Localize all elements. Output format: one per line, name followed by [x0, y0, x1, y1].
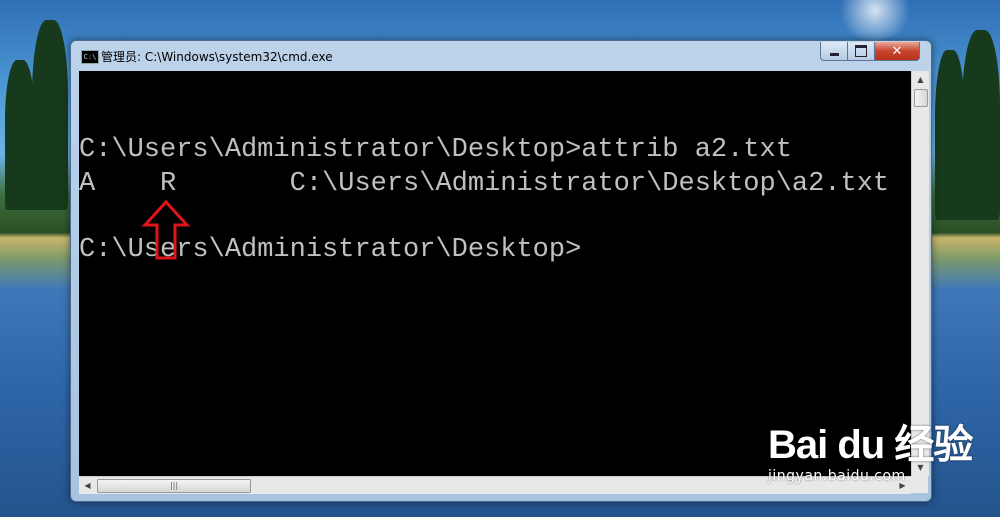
pine-tree — [962, 30, 1000, 220]
console-line: C:\Users\Administrator\Desktop>attrib a2… — [79, 135, 792, 165]
close-button[interactable]: ✕ — [874, 42, 920, 61]
pine-tree — [32, 20, 68, 210]
console-line: A R C:\Users\Administrator\Desktop\a2.tx… — [79, 169, 890, 199]
window-title: 管理员: C:\Windows\system32\cmd.exe — [101, 50, 333, 64]
horizontal-scroll-thumb[interactable]: ||| — [97, 479, 251, 493]
pine-tree — [5, 60, 35, 210]
cmd-app-icon[interactable]: C:\ — [81, 50, 99, 64]
scroll-left-arrow-icon[interactable]: ◀ — [79, 477, 96, 494]
close-icon: ✕ — [891, 43, 903, 59]
title-bar[interactable]: C:\ 管理员: C:\Windows\system32\cmd.exe ✕ — [71, 41, 931, 71]
vertical-scroll-thumb[interactable] — [914, 89, 928, 107]
baidu-watermark: Bai du 经验 jingyan.baidu.com — [768, 412, 973, 484]
minimize-icon — [829, 52, 839, 56]
watermark-logo: Bai du 经验 — [768, 423, 973, 467]
maximize-button[interactable] — [847, 42, 875, 61]
minimize-button[interactable] — [820, 42, 848, 61]
sun-glare — [835, 0, 915, 40]
up-arrow-icon — [141, 199, 191, 260]
pine-tree — [935, 50, 965, 220]
maximize-icon — [855, 45, 867, 57]
watermark-url: jingyan.baidu.com — [768, 468, 906, 484]
scroll-up-arrow-icon[interactable]: ▲ — [912, 71, 929, 88]
